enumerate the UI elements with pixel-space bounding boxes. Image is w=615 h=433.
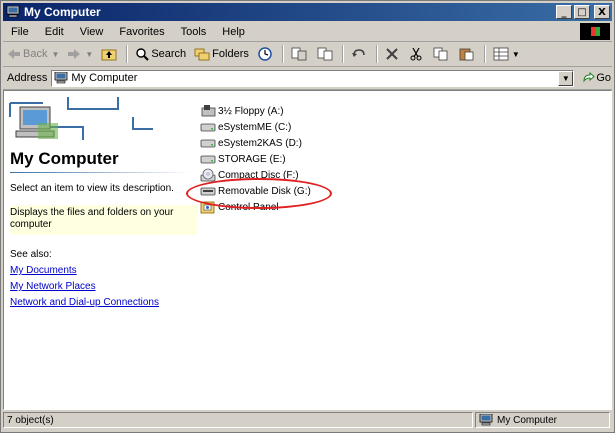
- history-button[interactable]: [253, 43, 279, 65]
- highlight-circle: [186, 178, 332, 209]
- delete-icon: [386, 48, 398, 60]
- maximize-button[interactable]: □: [574, 5, 590, 19]
- drive-label: 3½ Floppy (A:): [218, 105, 284, 117]
- back-dropdown-icon[interactable]: ▼: [51, 50, 59, 59]
- toolbar-separator: [126, 45, 129, 63]
- hard-drive-icon: [200, 155, 216, 164]
- up-folder-button[interactable]: [97, 43, 123, 65]
- history-icon: [258, 47, 272, 61]
- title-bar[interactable]: My Computer _ □ X: [3, 3, 612, 21]
- list-item[interactable]: eSystemME (C:): [200, 119, 311, 135]
- explorer-window: My Computer _ □ X File Edit View Favorit…: [0, 0, 615, 433]
- copy-icon: [433, 47, 448, 61]
- floppy-icon: [201, 105, 216, 117]
- search-button[interactable]: Search: [131, 43, 190, 65]
- menu-bar: File Edit View Favorites Tools Help: [3, 22, 612, 42]
- views-icon: [493, 47, 509, 61]
- close-button[interactable]: X: [594, 5, 610, 19]
- menu-tools[interactable]: Tools: [173, 26, 215, 38]
- list-item[interactable]: eSystem2KAS (D:): [200, 135, 311, 151]
- my-computer-banner-icon: [9, 97, 153, 140]
- menu-help[interactable]: Help: [214, 26, 253, 38]
- computer-icon: [54, 72, 68, 84]
- toolbar-separator: [375, 45, 378, 63]
- cd-icon: [200, 168, 216, 182]
- pane-title: My Computer: [10, 149, 119, 168]
- paste-button[interactable]: [455, 43, 481, 65]
- delete-button[interactable]: [381, 43, 405, 65]
- drive-label: STORAGE (E:): [218, 153, 286, 165]
- address-bar: Address My Computer ▼ Go: [3, 67, 612, 90]
- views-dropdown-icon[interactable]: ▼: [512, 50, 520, 59]
- copy-to-button[interactable]: [313, 43, 339, 65]
- forward-button[interactable]: ▼: [63, 43, 97, 65]
- status-zone: My Computer: [475, 412, 610, 428]
- hard-drive-icon: [200, 139, 216, 148]
- toolbar-separator: [341, 45, 344, 63]
- back-button[interactable]: Back ▼: [3, 43, 63, 65]
- minimize-button[interactable]: _: [556, 5, 572, 19]
- drive-label: eSystem2KAS (D:): [218, 137, 302, 149]
- search-label: Search: [151, 48, 187, 60]
- computer-icon: [6, 6, 20, 18]
- status-object-count: 7 object(s): [3, 412, 473, 428]
- copy-to-icon: [317, 47, 333, 61]
- link-my-documents[interactable]: My Documents: [10, 265, 77, 276]
- folders-button[interactable]: Folders: [190, 43, 253, 65]
- drive-label: eSystemME (C:): [218, 121, 292, 133]
- hard-drive-icon: [200, 123, 216, 132]
- go-arrow-icon: [583, 72, 596, 83]
- pane-divider: [10, 172, 193, 173]
- back-arrow-icon: [8, 49, 20, 59]
- back-label: Back: [23, 48, 48, 60]
- toolbar: Back ▼ ▼ Search Folders ▼: [3, 42, 612, 67]
- copy-button[interactable]: [429, 43, 455, 65]
- cut-icon: [410, 47, 422, 61]
- folders-icon: [194, 48, 210, 61]
- see-also-label: See also:: [10, 249, 52, 260]
- address-label: Address: [7, 72, 48, 84]
- item-description: Displays the files and folders on your c…: [10, 205, 197, 235]
- cut-button[interactable]: [405, 43, 429, 65]
- undo-icon: [351, 49, 365, 57]
- folders-label: Folders: [212, 48, 249, 60]
- menu-view[interactable]: View: [72, 26, 112, 38]
- forward-arrow-icon: [68, 49, 81, 59]
- status-location-text: My Computer: [497, 414, 558, 426]
- windows-logo-icon: [580, 23, 610, 40]
- paste-icon: [459, 48, 474, 61]
- object-count-text: 7 object(s): [7, 414, 54, 426]
- move-to-button[interactable]: [287, 43, 313, 65]
- window-title: My Computer: [24, 5, 101, 19]
- select-item-message: Select an item to view its description.: [10, 183, 174, 194]
- list-item[interactable]: 3½ Floppy (A:): [200, 103, 311, 119]
- go-button[interactable]: Go: [582, 72, 611, 84]
- address-dropdown-icon[interactable]: ▼: [558, 70, 574, 86]
- views-button[interactable]: ▼: [489, 43, 524, 65]
- menu-favorites[interactable]: Favorites: [111, 26, 172, 38]
- details-pane: My Computer Select an item to view its d…: [4, 91, 199, 409]
- address-input[interactable]: My Computer ▼: [51, 69, 575, 87]
- list-item[interactable]: STORAGE (E:): [200, 151, 311, 167]
- menu-edit[interactable]: Edit: [37, 26, 72, 38]
- link-network-dialup[interactable]: Network and Dial-up Connections: [10, 297, 159, 308]
- up-folder-icon: [101, 49, 117, 61]
- link-my-network-places[interactable]: My Network Places: [10, 281, 96, 292]
- address-value: My Computer: [71, 72, 138, 84]
- undo-button[interactable]: [347, 43, 373, 65]
- content-area: My Computer Select an item to view its d…: [3, 90, 612, 410]
- status-bar: 7 object(s) My Computer: [3, 412, 612, 430]
- move-to-icon: [291, 47, 307, 61]
- go-label: Go: [596, 72, 612, 84]
- computer-icon: [479, 414, 493, 426]
- toolbar-separator: [281, 45, 284, 63]
- forward-dropdown-icon[interactable]: ▼: [85, 50, 93, 59]
- toolbar-separator: [483, 45, 486, 63]
- menu-file[interactable]: File: [3, 26, 37, 38]
- search-icon: [136, 48, 150, 61]
